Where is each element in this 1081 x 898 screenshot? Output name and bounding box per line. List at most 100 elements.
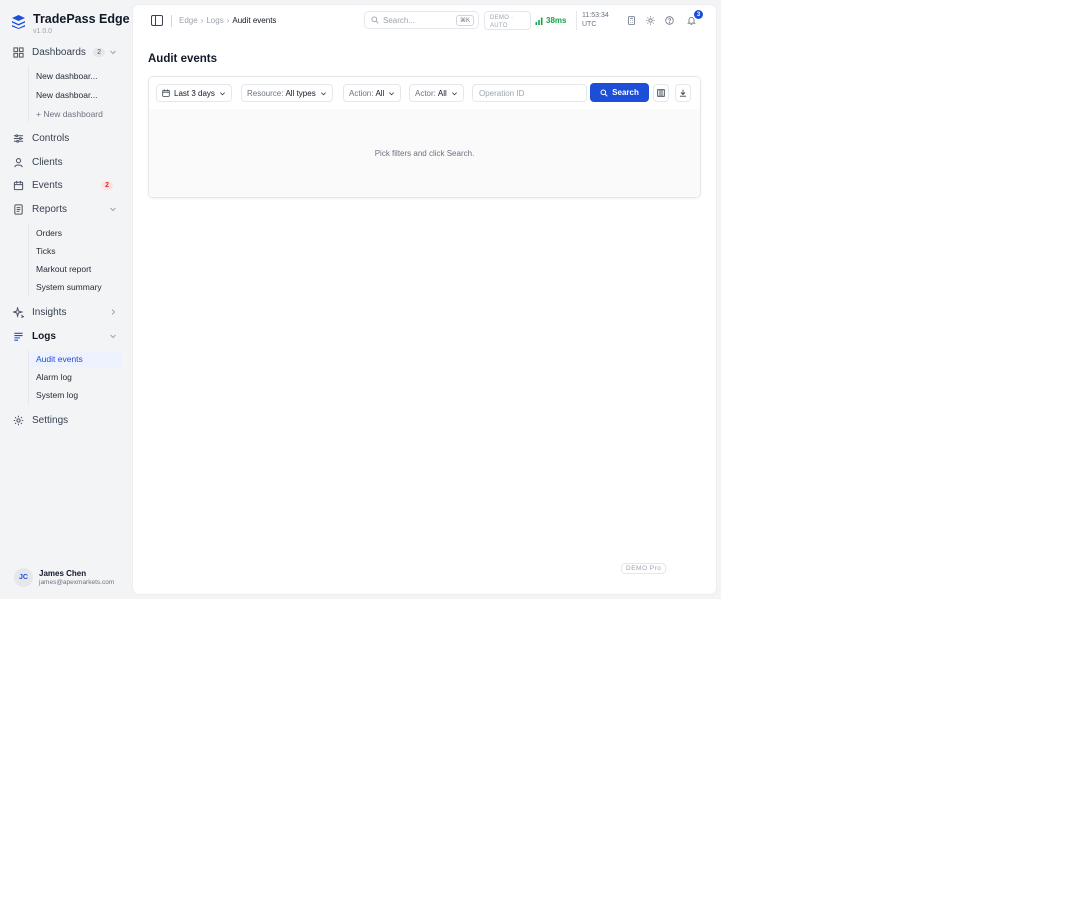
sidebar-subitem-orders[interactable]: Orders [30,225,122,241]
plan-badge: DEMO Pro [621,563,667,574]
sidebar-item-logs[interactable]: Logs [13,328,117,344]
sidebar-subitem-audit-events[interactable]: Audit events [30,351,122,367]
date-range-value: Last 3 days [174,88,215,98]
sidebar-subitem-alarm-log[interactable]: Alarm log [30,369,122,385]
sidebar-item-label: Logs [32,330,56,342]
dashboard-link[interactable]: New dashboar... [30,68,122,84]
breadcrumb-item[interactable]: Logs [206,16,223,25]
avatar: JC [14,568,33,587]
sidebar-item-label: Insights [32,306,67,318]
app-name: TradePass Edge [33,12,130,26]
sliders-icon [13,133,24,143]
count-badge: 2 [101,180,113,190]
download-button[interactable] [675,84,691,102]
sidebar-item-controls[interactable]: Controls [13,130,117,146]
logo-icon [12,15,25,29]
signal-icon [535,17,543,25]
calendar-icon [162,89,170,97]
chevron-down-icon [219,91,225,95]
filter-key: Actor: [415,88,436,98]
dashboard-link[interactable]: New dashboar... [30,87,122,103]
columns-icon [657,89,665,97]
brand[interactable]: TradePass Edge v1.0.0 [12,12,130,36]
actor-filter-dropdown[interactable]: Actor: All [409,84,464,102]
sidebar-item-insights[interactable]: Insights [13,304,117,320]
sidebar-item-events[interactable]: Events 2 [13,177,117,193]
main-panel: Edge › Logs › Audit events Search... ⌘K … [133,5,716,594]
chevron-down-icon [451,91,457,95]
search-icon [600,89,608,97]
operation-id-input[interactable] [472,84,587,102]
sidebar-item-reports[interactable]: Reports [13,201,117,217]
user-email: james@apexmarkets.com [39,578,115,586]
sidebar-item-dashboards[interactable]: Dashboards 2 [13,44,117,60]
search-button-label: Search [612,88,639,97]
clock-time: 11:53:34 [582,12,609,19]
results-area: Pick filters and click Search. [149,109,700,197]
sidebar-item-label: Reports [32,203,68,215]
calendar-icon [13,180,24,190]
tree-line [28,66,29,122]
latency-indicator: 38ms [535,16,566,25]
document-icon [14,203,23,215]
resource-filter-dropdown[interactable]: Resource: All types [241,84,333,102]
sidebar-item-clients[interactable]: Clients [13,154,117,170]
date-range-dropdown[interactable]: Last 3 days [156,84,232,102]
grid-icon [13,46,24,58]
user-icon [14,157,23,167]
breadcrumb-separator: › [226,16,230,25]
topbar: Edge › Logs › Audit events Search... ⌘K … [133,5,716,37]
user-profile[interactable]: JC James Chen james@apexmarkets.com [14,568,114,587]
chevron-down-icon[interactable] [109,332,117,340]
action-filter-dropdown[interactable]: Action: All [343,84,402,102]
filter-key: Action: [349,88,374,98]
clock-timezone: UTC [582,21,597,28]
notification-badge: 3 [694,10,703,19]
search-button[interactable]: Search [590,83,649,102]
chevron-right-icon[interactable] [109,308,117,316]
filter-value: All [375,88,385,98]
columns-button[interactable] [653,84,669,102]
sidebar-subitem-ticks[interactable]: Ticks [30,243,122,259]
app-shell: TradePass Edge v1.0.0 Dashboards 2 New d… [0,0,721,599]
filter-value: All types [285,88,316,98]
breadcrumb-item[interactable]: Edge [179,16,198,25]
calculator-icon[interactable] [627,16,636,25]
global-search[interactable]: Search... ⌘K [364,11,479,29]
count-badge: 2 [93,47,105,57]
sidebar-item-label: Events [32,179,63,191]
empty-state-message: Pick filters and click Search. [374,149,475,158]
chevron-down-icon [389,91,395,95]
app-version: v1.0.0 [33,28,53,35]
mode-line: AUTO [490,23,508,29]
sidebar-item-label: Controls [32,132,70,144]
filter-bar: Last 3 days Resource: All types Action: … [149,77,700,110]
latency-value: 38ms [546,16,567,25]
sidebar-subitem-markout-report[interactable]: Markout report [30,261,122,277]
user-name: James Chen [39,568,87,578]
chevron-down-icon [320,91,326,95]
breadcrumb-separator: › [200,16,204,25]
chevron-down-icon[interactable] [109,205,117,213]
sidebar-subitem-system-summary[interactable]: System summary [30,279,122,295]
page-title: Audit events [148,53,218,65]
divider [171,15,172,27]
tree-line [28,223,29,296]
sidebar-subitem-system-log[interactable]: System log [30,387,122,403]
gear-icon [13,415,24,425]
chevron-down-icon[interactable] [109,48,117,56]
help-icon[interactable] [665,16,674,25]
sidebar-item-label: Settings [32,414,69,426]
tree-line [28,350,29,405]
sidebar: TradePass Edge v1.0.0 Dashboards 2 New d… [0,0,132,599]
sidebar-item-label: Dashboards [32,46,86,58]
sun-icon[interactable] [646,16,655,25]
filter-value: All [437,88,447,98]
download-icon [680,89,686,97]
mode-indicator[interactable]: DEMO · AUTO [484,11,531,30]
sidebar-item-settings[interactable]: Settings [13,412,117,428]
sidebar-toggle-icon[interactable] [151,15,163,26]
breadcrumb-current: Audit events [232,16,277,25]
shortcut-hint: ⌘K [455,14,474,26]
new-dashboard-link[interactable]: + New dashboard [30,106,122,122]
